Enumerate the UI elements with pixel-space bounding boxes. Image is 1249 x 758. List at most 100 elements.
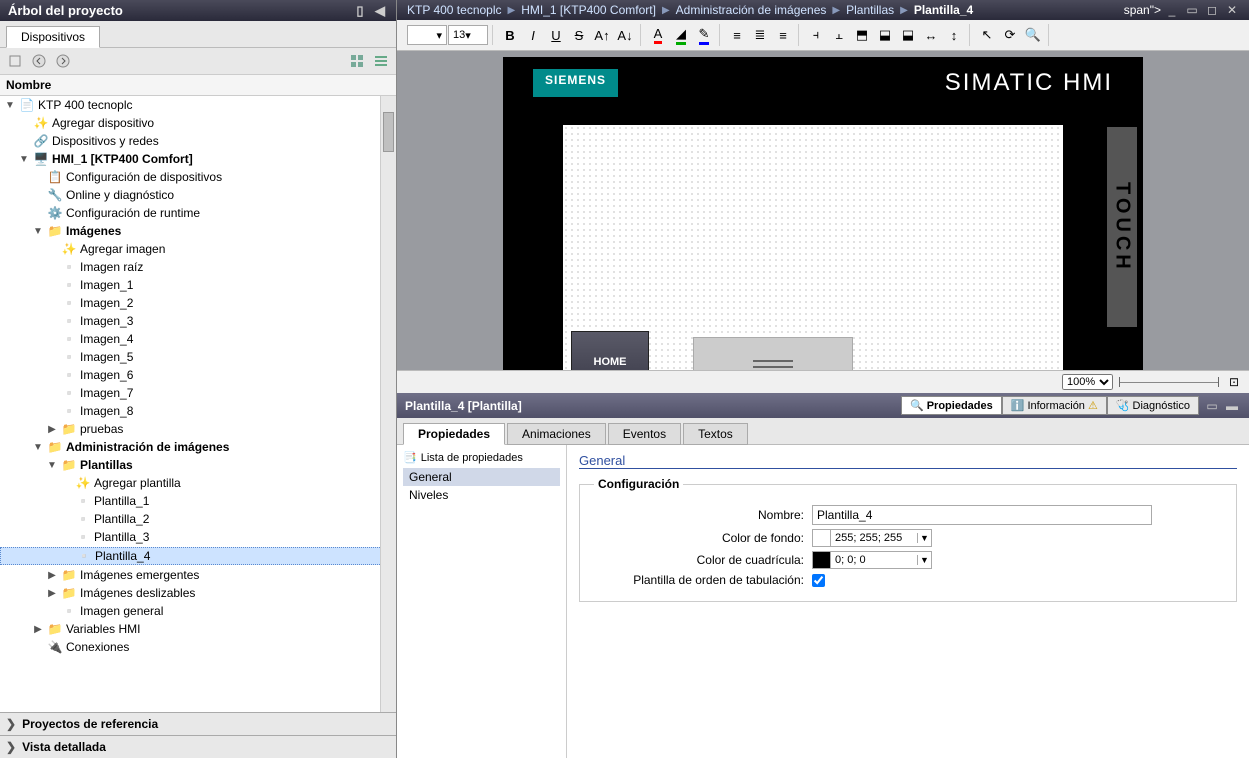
strike-button[interactable]: S <box>568 24 590 46</box>
tool-zoom-button[interactable]: 🔍 <box>1022 24 1044 46</box>
dropdown-icon[interactable]: ▼ <box>917 555 931 565</box>
tree-project-root[interactable]: ▼📄KTP 400 tecnoplc <box>0 97 396 113</box>
font-color-button[interactable]: A <box>647 24 669 46</box>
tab-properties[interactable]: Propiedades <box>403 423 505 445</box>
same-width-button[interactable]: ↔ <box>920 24 942 46</box>
input-name[interactable] <box>812 505 1152 525</box>
panel-collapse-icon[interactable]: ◀ <box>372 4 388 18</box>
window-close-icon[interactable]: ✕ <box>1223 3 1241 17</box>
tool-rotate-button[interactable]: ⟳ <box>999 24 1021 46</box>
underline-button[interactable]: U <box>545 24 567 46</box>
tree-add-image[interactable]: ✨Agregar imagen <box>0 241 396 257</box>
panel-pin-icon[interactable]: ▯ <box>352 4 368 18</box>
align-middle-button[interactable]: ⬓ <box>874 24 896 46</box>
tree-image-1[interactable]: ▫️Imagen_1 <box>0 277 396 293</box>
toolbar-grid-icon[interactable] <box>348 52 366 70</box>
tree-hmi-vars[interactable]: ▶📁Variables HMI <box>0 621 396 637</box>
tab-animations[interactable]: Animaciones <box>507 423 606 445</box>
align-center-button[interactable]: ≣ <box>749 24 771 46</box>
tree-images-folder[interactable]: ▼📁Imágenes <box>0 223 396 239</box>
tree-image-admin[interactable]: ▼📁Administración de imágenes <box>0 439 396 455</box>
tab-texts[interactable]: Textos <box>683 423 748 445</box>
hmi-screen[interactable]: HOME <box>563 125 1063 370</box>
tree-image-4[interactable]: ▫️Imagen_4 <box>0 331 396 347</box>
tab-events[interactable]: Eventos <box>608 423 681 445</box>
tree-tests-folder[interactable]: ▶📁pruebas <box>0 421 396 437</box>
tree-image-8[interactable]: ▫️Imagen_8 <box>0 403 396 419</box>
checkbox-tab-order[interactable] <box>812 574 825 587</box>
tree-image-root[interactable]: ▫️Imagen raíz <box>0 259 396 275</box>
nav-general[interactable]: General <box>403 468 560 486</box>
font-decrease-button[interactable]: A↓ <box>614 24 636 46</box>
bg-color-field[interactable]: 255; 255; 255 ▼ <box>812 529 932 547</box>
crumb-current[interactable]: Plantilla_4 <box>914 3 973 17</box>
distribute-h-button[interactable]: ⫞ <box>805 24 827 46</box>
tree-device-config[interactable]: 📋Configuración de dispositivos <box>0 169 396 185</box>
tree-template-2[interactable]: ▫️Plantilla_2 <box>0 511 396 527</box>
zoom-dropdown[interactable]: 100% <box>1062 374 1113 390</box>
line-color-button[interactable]: ✎ <box>693 24 715 46</box>
align-right-button[interactable]: ≡ <box>772 24 794 46</box>
tree-slidein-images[interactable]: ▶📁Imágenes deslizables <box>0 585 396 601</box>
toolbar-new-icon[interactable] <box>6 52 24 70</box>
tree-hmi[interactable]: ▼🖥️HMI_1 [KTP400 Comfort] <box>0 151 396 167</box>
nav-levels[interactable]: Niveles <box>403 486 560 504</box>
tree-add-template[interactable]: ✨Agregar plantilla <box>0 475 396 491</box>
bold-button[interactable]: B <box>499 24 521 46</box>
tree-template-1[interactable]: ▫️Plantilla_1 <box>0 493 396 509</box>
font-family-dropdown[interactable]: ▾ <box>407 25 447 45</box>
font-increase-button[interactable]: A↑ <box>591 24 613 46</box>
tree-devices-networks[interactable]: 🔗Dispositivos y redes <box>0 133 396 149</box>
footer-reference-projects[interactable]: ❯Proyectos de referencia <box>0 712 396 735</box>
tree-templates[interactable]: ▼📁Plantillas <box>0 457 396 473</box>
header-tab-properties[interactable]: 🔍Propiedades <box>901 396 1002 415</box>
tree-image-3[interactable]: ▫️Imagen_3 <box>0 313 396 329</box>
props-close-icon[interactable]: ▬ <box>1223 399 1241 413</box>
tree-connections[interactable]: 🔌Conexiones <box>0 639 396 655</box>
header-tab-info[interactable]: ℹ️Información ⚠ <box>1002 396 1107 415</box>
screen-home-button[interactable]: HOME <box>571 331 649 370</box>
project-tree[interactable]: ▼📄KTP 400 tecnoplc ✨Agregar dispositivo … <box>0 96 396 712</box>
tree-runtime-config[interactable]: ⚙️Configuración de runtime <box>0 205 396 221</box>
font-size-dropdown[interactable]: 13 ▾ <box>448 25 488 45</box>
crumb-project[interactable]: KTP 400 tecnoplc <box>407 3 502 17</box>
toolbar-forward-icon[interactable] <box>54 52 72 70</box>
header-tab-diag[interactable]: 🩺Diagnóstico <box>1107 396 1199 415</box>
crumb-hmi[interactable]: HMI_1 [KTP400 Comfort] <box>521 3 656 17</box>
tree-image-7[interactable]: ▫️Imagen_7 <box>0 385 396 401</box>
toolbar-back-icon[interactable] <box>30 52 48 70</box>
screen-placeholder-object[interactable] <box>693 337 853 370</box>
tree-popup-images[interactable]: ▶📁Imágenes emergentes <box>0 567 396 583</box>
align-bottom-button[interactable]: ⬓ <box>897 24 919 46</box>
tree-scrollbar[interactable] <box>380 96 396 712</box>
window-minimize-icon[interactable]: _ <box>1163 3 1181 17</box>
window-restore-icon[interactable]: ▭ <box>1183 3 1201 17</box>
tree-image-5[interactable]: ▫️Imagen_5 <box>0 349 396 365</box>
grid-color-field[interactable]: 0; 0; 0 ▼ <box>812 551 932 569</box>
toolbar-list-icon[interactable] <box>372 52 390 70</box>
same-height-button[interactable]: ↕ <box>943 24 965 46</box>
tree-template-3[interactable]: ▫️Plantilla_3 <box>0 529 396 545</box>
tree-image-2[interactable]: ▫️Imagen_2 <box>0 295 396 311</box>
canvas-area[interactable]: SIEMENS SIMATIC HMI TOUCH HOME <box>397 51 1249 370</box>
align-left-button[interactable]: ≡ <box>726 24 748 46</box>
align-top-button[interactable]: ⬒ <box>851 24 873 46</box>
tool-pointer-button[interactable]: ↖ <box>976 24 998 46</box>
tree-general-image[interactable]: ▫️Imagen general <box>0 603 396 619</box>
italic-button[interactable]: I <box>522 24 544 46</box>
tree-template-4[interactable]: ▫️Plantilla_4 <box>0 547 396 565</box>
fill-color-button[interactable]: ◢ <box>670 24 692 46</box>
tab-devices[interactable]: Dispositivos <box>6 26 100 48</box>
tree-image-6[interactable]: ▫️Imagen_6 <box>0 367 396 383</box>
crumb-image-admin[interactable]: Administración de imágenes <box>676 3 827 17</box>
tree-add-device[interactable]: ✨Agregar dispositivo <box>0 115 396 131</box>
dropdown-icon[interactable]: ▼ <box>917 533 931 543</box>
zoom-fit-button[interactable]: ⊡ <box>1225 373 1243 391</box>
props-restore-icon[interactable]: ▭ <box>1203 399 1221 413</box>
zoom-slider[interactable] <box>1119 377 1219 387</box>
distribute-v-button[interactable]: ⫠ <box>828 24 850 46</box>
crumb-templates[interactable]: Plantillas <box>846 3 894 17</box>
footer-detail-view[interactable]: ❯Vista detallada <box>0 735 396 758</box>
tree-online-diag[interactable]: 🔧Online y diagnóstico <box>0 187 396 203</box>
window-maximize-icon[interactable]: ◻ <box>1203 3 1221 17</box>
